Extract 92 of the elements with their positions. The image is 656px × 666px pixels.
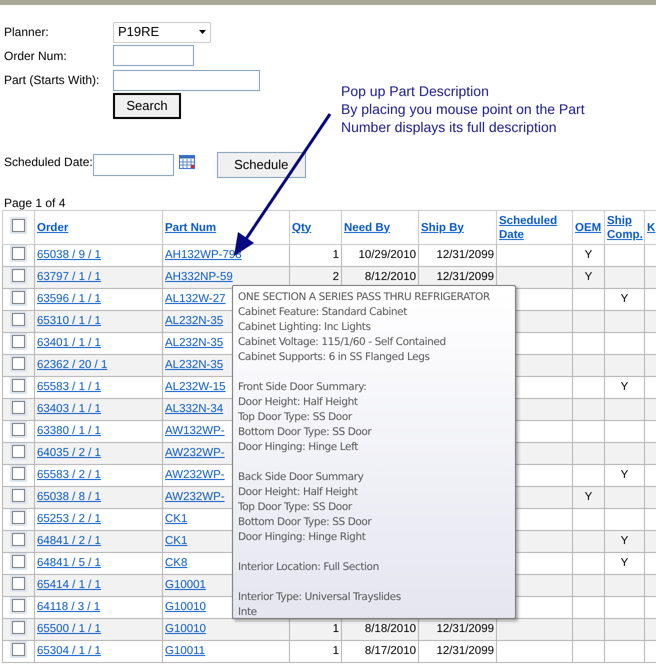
table-cell-text: 12/31/2099 xyxy=(436,622,494,635)
checkbox[interactable] xyxy=(12,378,25,392)
part-id-link[interactable]: G10011 xyxy=(165,644,206,657)
table-cell-text: 12/31/2099 xyxy=(436,644,494,657)
checkbox[interactable] xyxy=(12,466,25,480)
checkbox[interactable] xyxy=(12,422,25,436)
part-id-link[interactable]: AL132W-27 xyxy=(165,292,226,305)
part-id-link[interactable]: AW232WP- xyxy=(165,490,225,503)
table-cell-text: 1 xyxy=(332,644,339,657)
scheduled-date-label: Scheduled Date: xyxy=(4,154,93,171)
table-cell-text: Y xyxy=(584,270,592,283)
table-cell-text: 2 xyxy=(332,270,339,283)
search-button[interactable]: Search xyxy=(113,93,181,119)
tooltip-line: Top Door Type: SS Door xyxy=(238,500,352,515)
annotation-text: Pop up Part Description xyxy=(341,82,489,100)
tooltip-line: Interior Type: Universal Trayslides xyxy=(238,590,401,605)
scheduled-date-field[interactable] xyxy=(92,154,174,176)
part-field[interactable] xyxy=(113,70,260,90)
order-num-label: Order Num: xyxy=(4,48,68,64)
tooltip-line: ONE SECTION A SERIES PASS THRU REFRIGERATOR xyxy=(238,290,490,305)
table-cell-text: Y xyxy=(584,490,592,503)
checkbox[interactable] xyxy=(12,334,25,348)
checkbox[interactable] xyxy=(12,312,25,326)
planner-label: Planner: xyxy=(4,24,50,41)
checkbox[interactable] xyxy=(12,400,25,414)
part-id-link[interactable]: CK8 xyxy=(165,556,188,569)
checkbox[interactable] xyxy=(12,356,25,370)
checkbox[interactable] xyxy=(12,444,25,458)
schedule-button[interactable]: Schedule xyxy=(216,152,306,178)
tooltip-line: Inte xyxy=(238,605,257,620)
part-id-link[interactable]: AL232N-35 xyxy=(165,336,224,349)
column-header-link[interactable]: Part Num xyxy=(165,220,216,234)
tooltip-line: Cabinet Supports: 6 in SS Flanged Legs xyxy=(238,350,430,365)
table-cell-text: Y xyxy=(620,292,628,305)
checkbox[interactable] xyxy=(12,576,25,590)
part-id-link[interactable]: G10010 xyxy=(165,622,206,635)
column-header-link[interactable]: Order xyxy=(37,220,68,234)
tooltip-line: Cabinet Lighting: Inc Lights xyxy=(238,320,371,335)
table-cell-text: 8/18/2010 xyxy=(364,622,416,635)
tooltip-line: Door Hinging: Hinge Left xyxy=(238,440,358,455)
annotation-text: By placing you mouse point on the Part xyxy=(341,100,585,118)
tooltip-line: Door Hinging: Hinge Right xyxy=(238,530,366,545)
part-id-link[interactable]: CK1 xyxy=(165,512,188,525)
part-id-link[interactable]: AW132WP- xyxy=(165,424,225,437)
table-cell-text: 8/12/2010 xyxy=(364,270,416,283)
caret-icon xyxy=(199,30,206,34)
table-cell-text: 1 xyxy=(332,248,339,261)
order-num-field[interactable] xyxy=(113,45,194,66)
tooltip-line: Bottom Door Type: SS Door xyxy=(238,425,372,440)
checkbox[interactable] xyxy=(12,290,25,304)
part-id-link[interactable]: AL332N-34 xyxy=(165,402,224,415)
table-cell-text: 12/31/2099 xyxy=(436,248,494,261)
table-cell-text: Y xyxy=(620,380,628,393)
checkbox[interactable] xyxy=(12,268,25,282)
part-id-link[interactable]: G10010 xyxy=(165,600,206,613)
table-cell-text: Y xyxy=(584,248,592,261)
part-id-link[interactable]: AL232N-35 xyxy=(165,314,224,327)
checkbox[interactable] xyxy=(12,642,25,656)
column-header-link[interactable]: Qty xyxy=(292,220,312,234)
tooltip-line: Top Door Type: SS Door xyxy=(238,410,352,425)
part-id-link[interactable]: AW232WP- xyxy=(165,468,225,481)
part-id-link[interactable]: AL232W-15 xyxy=(165,380,226,393)
part-id-link[interactable]: G10001 xyxy=(165,578,206,591)
checkbox[interactable] xyxy=(12,620,25,634)
checkbox[interactable] xyxy=(12,598,25,612)
annotation-text: Number displays its full description xyxy=(341,118,557,136)
tooltip-line: Back Side Door Summary xyxy=(238,470,364,485)
part-id-link[interactable]: CK1 xyxy=(165,534,188,547)
tooltip-line: Door Height: Half Height xyxy=(238,395,358,410)
checkbox[interactable] xyxy=(12,246,25,260)
tooltip-line: Cabinet Voltage: 115/1/60 - Self Contained xyxy=(238,335,446,350)
table-cell-text: 8/17/2010 xyxy=(364,644,416,657)
pager-text: Page 1 of 4 xyxy=(4,196,66,210)
part-label: Part (Starts With): xyxy=(4,72,100,89)
table-cell-text: Y xyxy=(620,468,628,481)
table-cell-text: 1 xyxy=(332,622,339,635)
checkbox[interactable] xyxy=(12,488,25,502)
tooltip-line: Cabinet Feature: Standard Cabinet xyxy=(238,305,407,320)
tooltip-line: Front Side Door Summary: xyxy=(238,380,366,395)
checkbox[interactable] xyxy=(12,510,25,524)
checkbox[interactable] xyxy=(12,554,25,568)
table-cell-text: 10/29/2010 xyxy=(358,248,416,261)
calendar-icon[interactable] xyxy=(178,154,195,168)
planner-dropdown[interactable]: P19RE xyxy=(113,22,211,42)
tooltip-line: Door Height: Half Height xyxy=(238,485,358,500)
table-cell-text: 12/31/2099 xyxy=(436,270,494,283)
table-cell-text: Y xyxy=(620,556,628,569)
checkbox[interactable] xyxy=(12,532,25,546)
tooltip-line: Bottom Door Type: SS Door xyxy=(238,515,372,530)
table-cell-text: Y xyxy=(620,534,628,547)
tooltip-line: Interior Location: Full Section xyxy=(238,560,379,575)
checkbox[interactable] xyxy=(12,218,25,232)
